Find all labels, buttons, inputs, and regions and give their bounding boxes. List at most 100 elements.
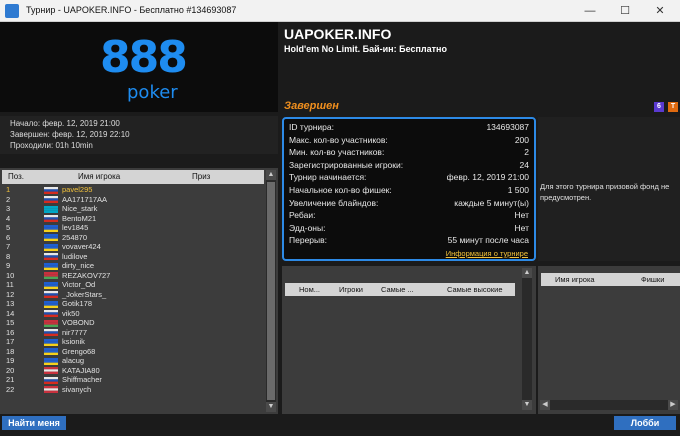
tables-table-header: Ном... Игроки Самые ... Самые высокие: [285, 283, 515, 296]
info-row: Макс. кол-во участников: 200: [289, 135, 529, 147]
table-players-hscrollbar[interactable]: ◀ ▶: [540, 400, 678, 410]
minimize-button[interactable]: —: [575, 0, 605, 22]
player-position: 14: [6, 308, 15, 318]
info-key: Турнир начинается:: [289, 172, 367, 183]
prize-text: Для этого турнира призовой фонд не преду…: [540, 182, 670, 202]
player-row[interactable]: 15 VOBOND: [2, 318, 264, 328]
info-row: Ребаи: Нет: [289, 210, 529, 222]
player-row[interactable]: 5 lev1845: [2, 223, 264, 233]
info-key: ID турнира:: [289, 122, 334, 132]
player-row[interactable]: 19 alacug: [2, 356, 264, 366]
player-position: 12: [6, 289, 15, 299]
scroll-right-icon[interactable]: ▶: [668, 400, 678, 410]
app-icon: [5, 4, 19, 18]
header-chips[interactable]: Фишки: [641, 275, 664, 284]
scroll-left-icon[interactable]: ◀: [540, 400, 550, 410]
header-table-highest[interactable]: Самые высокие: [447, 285, 503, 294]
country-flag-icon: [44, 367, 58, 374]
scroll-up-icon[interactable]: ▲: [266, 170, 276, 180]
info-row: ID турнира: 134693087: [289, 122, 529, 134]
player-position: 22: [6, 384, 15, 394]
table-players-panel: Имя игрока Фишки ◀ ▶: [538, 266, 680, 414]
players-scrollbar[interactable]: ▲ ▼: [266, 170, 276, 412]
tournament-times: Начало: февр. 12, 2019 21:00 Завершен: ф…: [0, 116, 278, 154]
player-row[interactable]: 2 AA171717AA: [2, 195, 264, 205]
player-row[interactable]: 3 Nice_stark: [2, 204, 264, 214]
country-flag-icon: [44, 272, 58, 279]
header-table-number[interactable]: Ном...: [299, 285, 320, 294]
country-flag-icon: [44, 215, 58, 222]
player-name: ksionik: [62, 337, 85, 346]
maximize-button[interactable]: ☐: [610, 0, 640, 22]
player-name: REZAKOV727: [62, 270, 111, 280]
player-name: Grengo68: [62, 346, 96, 356]
info-value: февр. 12, 2019 21:00: [446, 172, 529, 183]
player-row[interactable]: 14 vik50: [2, 309, 264, 319]
player-position: 9: [6, 261, 11, 270]
header-player-name-2[interactable]: Имя игрока: [555, 275, 595, 284]
players-table-header: Поз. Имя игрока Приз: [2, 170, 264, 184]
player-row[interactable]: 21 Shiffmacher: [2, 375, 264, 385]
player-row[interactable]: 6 254870: [2, 233, 264, 243]
player-row[interactable]: 16 nir7777: [2, 328, 264, 338]
header-table-players[interactable]: Игроки: [339, 285, 363, 294]
player-row[interactable]: 22 sivanych: [2, 385, 264, 395]
player-name: pavel295: [62, 185, 93, 194]
country-flag-icon: [44, 386, 58, 393]
info-row: Турнир начинается: февр. 12, 2019 21:00: [289, 172, 529, 184]
country-flag-icon: [44, 196, 58, 203]
player-row[interactable]: 20 KATAJIA80: [2, 366, 264, 376]
scroll-thumb[interactable]: [267, 182, 275, 400]
player-row[interactable]: 8 ludilove: [2, 252, 264, 262]
players-list: 1 pavel295 2 AA171717AA 3 Nice_stark 4 BentoM21…: [2, 185, 264, 413]
tournament-info-link[interactable]: Информация о турнире: [446, 249, 528, 258]
player-position: 5: [6, 223, 11, 232]
tournament-info-box: ID турнира: 134693087 Макс. кол-во участни…: [282, 117, 536, 261]
player-row[interactable]: 12 _JokerStars_: [2, 290, 264, 300]
header-player-name[interactable]: Имя игрока: [78, 172, 120, 181]
info-value: каждые 5 минут(ы): [454, 197, 529, 208]
player-position: 18: [6, 346, 15, 356]
start-time: Начало: февр. 12, 2019 21:00: [10, 119, 120, 128]
info-row: Увеличение блайндов: каждые 5 минут(ы): [289, 198, 529, 210]
scroll-up-icon[interactable]: ▲: [522, 268, 532, 278]
player-row[interactable]: 11 Victor_Od: [2, 280, 264, 290]
player-row[interactable]: 9 dirty_nice: [2, 261, 264, 271]
scroll-down-icon[interactable]: ▼: [522, 400, 532, 410]
player-row[interactable]: 13 Gotik178: [2, 299, 264, 309]
scroll-down-icon[interactable]: ▼: [266, 402, 276, 412]
info-value: Нет: [514, 222, 529, 233]
player-row[interactable]: 18 Grengo68: [2, 347, 264, 357]
table-players-header: Имя игрока Фишки: [541, 273, 680, 286]
player-name: alacug: [62, 356, 85, 365]
player-row[interactable]: 10 REZAKOV727: [2, 271, 264, 281]
header-table-lowest[interactable]: Самые ...: [381, 285, 414, 294]
country-flag-icon: [44, 291, 58, 298]
player-row[interactable]: 17 ksionik: [2, 337, 264, 347]
info-value: 134693087: [486, 122, 529, 132]
header-position[interactable]: Поз.: [8, 172, 24, 181]
info-key: Макс. кол-во участников:: [289, 134, 388, 145]
info-row: Начальное кол-во фишек: 1 500: [289, 185, 529, 197]
info-key: Мин. кол-во участников:: [289, 147, 385, 158]
header-prize[interactable]: Приз: [192, 172, 210, 181]
info-key: Увеличение блайндов:: [289, 197, 379, 208]
tables-scrollbar[interactable]: ▲ ▼: [522, 268, 532, 410]
player-name: ludilove: [62, 251, 88, 261]
find-me-button[interactable]: Найти меня: [2, 416, 66, 430]
player-name: sivanych: [62, 384, 92, 394]
country-flag-icon: [44, 234, 58, 241]
player-row[interactable]: 7 vovaver424: [2, 242, 264, 252]
close-button[interactable]: ✕: [645, 0, 675, 22]
tournament-header: UAPOKER.INFO Hold'em No Limit. Бай-ин: Б…: [280, 22, 680, 116]
player-row[interactable]: 4 BentoM21: [2, 214, 264, 224]
player-name: AA171717AA: [62, 194, 108, 204]
tables-list-panel: Ном... Игроки Самые ... Самые высокие ▲ …: [282, 266, 536, 414]
player-position: 16: [6, 327, 15, 337]
player-position: 6: [6, 232, 11, 242]
player-row[interactable]: 1 pavel295: [2, 185, 264, 195]
info-value: 55 минут после часа: [447, 235, 529, 246]
lobby-button[interactable]: Лобби: [614, 416, 676, 430]
player-position: 13: [6, 299, 15, 308]
info-key: Эдд-оны:: [289, 222, 326, 233]
